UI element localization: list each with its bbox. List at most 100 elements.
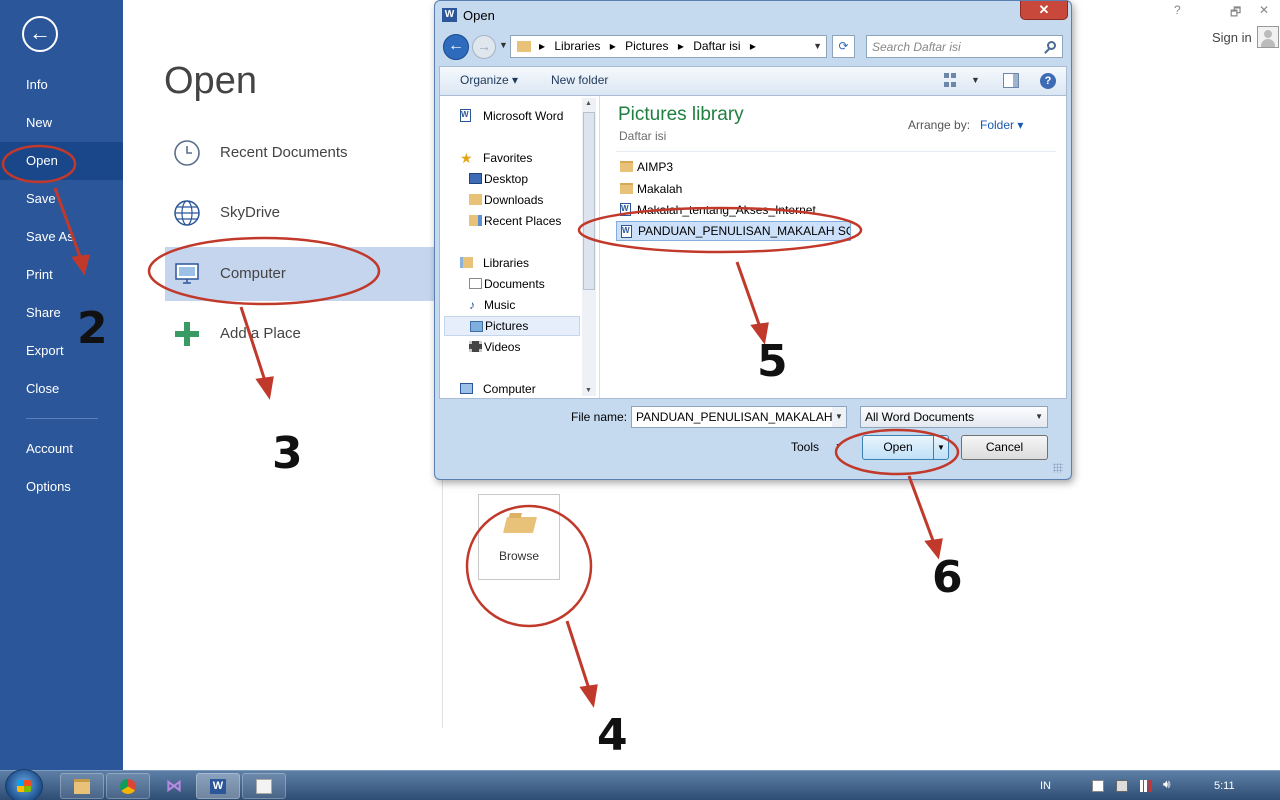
chevron-down-icon[interactable]: ▼: [832, 407, 846, 427]
pictures-icon: [470, 321, 483, 332]
taskbar-app-notepad[interactable]: [242, 773, 286, 799]
chevron-down-icon[interactable]: ▼: [835, 443, 842, 450]
scrollbar[interactable]: ▲ ▼: [582, 98, 596, 396]
preview-pane-icon[interactable]: [1003, 73, 1019, 88]
menu-options[interactable]: Options: [0, 468, 123, 506]
place-skydrive[interactable]: SkyDrive: [165, 186, 440, 240]
open-dialog: W Open ✕ ← → ▼ ▸ Libraries ▸ Pictures ▸ …: [434, 0, 1072, 480]
taskbar-app-word[interactable]: W: [196, 773, 240, 799]
help-icon[interactable]: ?: [1040, 73, 1056, 89]
search-icon[interactable]: [1047, 41, 1056, 50]
file-item[interactable]: AIMP3: [616, 157, 851, 177]
nav-label: Downloads: [484, 193, 544, 207]
place-recent-documents[interactable]: Recent Documents: [165, 126, 440, 180]
menu-account[interactable]: Account: [0, 430, 123, 468]
chevron-down-icon[interactable]: ▼: [933, 436, 948, 459]
nav-item-documents[interactable]: Documents: [444, 274, 580, 294]
nav-item-music[interactable]: ♪ Music: [444, 295, 580, 315]
place-add-a-place[interactable]: Add a Place: [165, 307, 440, 361]
folder-icon: [517, 41, 531, 52]
file-list-pane: Pictures library Daftar isi Arrange by: …: [602, 96, 1066, 398]
new-folder-button[interactable]: New folder: [551, 67, 608, 94]
help-button[interactable]: ?: [1174, 3, 1181, 17]
open-button[interactable]: Open ▼: [862, 435, 949, 460]
flag-icon[interactable]: [1092, 780, 1104, 792]
file-name-input[interactable]: PANDUAN_PENULISAN_MAKALAH_S ▼: [631, 406, 847, 428]
clock-icon: [174, 140, 200, 166]
recent-locations-dropdown[interactable]: ▼: [499, 40, 508, 50]
back-arrow-icon[interactable]: ←: [22, 16, 58, 52]
menu-save[interactable]: Save: [0, 180, 123, 218]
music-icon: ♪: [469, 298, 475, 312]
search-input[interactable]: [867, 36, 1037, 57]
menu-close[interactable]: Close: [0, 370, 123, 408]
menu-new[interactable]: New: [0, 104, 123, 142]
divider: [442, 470, 443, 728]
menu-save-as[interactable]: Save As: [0, 218, 123, 256]
refresh-icon[interactable]: ⟳: [832, 35, 855, 58]
scroll-up-icon[interactable]: ▲: [585, 100, 592, 107]
nav-item-desktop[interactable]: Desktop: [444, 169, 580, 189]
chevron-down-icon[interactable]: ▼: [971, 73, 980, 88]
browse-button[interactable]: Browse: [478, 494, 560, 580]
power-icon[interactable]: [1116, 780, 1128, 792]
taskbar-app-chrome[interactable]: [106, 773, 150, 799]
word-icon: [460, 109, 471, 122]
change-view-icon[interactable]: [944, 73, 958, 88]
search-box: [866, 35, 1063, 58]
avatar[interactable]: [1257, 26, 1279, 48]
scroll-down-icon[interactable]: ▼: [585, 387, 592, 394]
sign-in-link[interactable]: Sign in: [1212, 30, 1252, 45]
file-item[interactable]: Makalah_tentang_Akses_Internet: [616, 200, 851, 220]
menu-info[interactable]: Info: [0, 66, 123, 104]
menu-print[interactable]: Print: [0, 256, 123, 294]
file-name: Makalah_tentang_Akses_Internet: [637, 203, 816, 217]
cancel-button[interactable]: Cancel: [961, 435, 1048, 460]
nav-item-downloads[interactable]: Downloads: [444, 190, 580, 210]
downloads-icon: [469, 194, 482, 205]
nav-label: Videos: [484, 340, 521, 354]
arrange-by-dropdown[interactable]: Folder ▾: [980, 118, 1023, 132]
computer-icon: [460, 383, 473, 394]
chevron-down-icon[interactable]: ▼: [813, 36, 822, 57]
library-subtitle: Daftar isi: [619, 129, 667, 143]
close-window-button[interactable]: ✕: [1259, 3, 1269, 17]
file-name: PANDUAN_PENULISAN_MAKALAH SO: [638, 224, 851, 238]
network-icon[interactable]: [1140, 780, 1152, 792]
nav-item-favorites[interactable]: ★ Favorites: [444, 148, 580, 168]
nav-item-videos[interactable]: Videos: [444, 337, 580, 357]
restore-button[interactable]: 🗗: [1230, 3, 1241, 24]
annotation-arrow: [907, 475, 937, 547]
nav-item-recent-places[interactable]: Recent Places: [444, 211, 580, 231]
breadcrumb-item[interactable]: Daftar isi: [693, 39, 740, 53]
scrollbar-thumb[interactable]: [583, 112, 595, 290]
documents-icon: [469, 278, 482, 289]
file-item[interactable]: Makalah: [616, 179, 851, 199]
taskbar-app-explorer[interactable]: [60, 773, 104, 799]
taskbar-app-visual-studio[interactable]: ⋈: [152, 773, 196, 799]
dialog-close-button[interactable]: ✕: [1020, 1, 1068, 20]
nav-item-microsoft-word[interactable]: Microsoft Word: [444, 106, 580, 126]
place-computer[interactable]: Computer: [165, 247, 440, 301]
tools-button[interactable]: Tools: [791, 440, 819, 454]
nav-item-libraries[interactable]: Libraries: [444, 253, 580, 273]
menu-open[interactable]: Open: [0, 142, 123, 180]
nav-item-computer[interactable]: Computer: [444, 379, 580, 398]
nav-label: Music: [484, 298, 516, 312]
file-type-select[interactable]: All Word Documents ▼: [860, 406, 1048, 428]
volume-icon[interactable]: 🔊︎: [1163, 777, 1175, 791]
word-icon: W: [442, 8, 457, 22]
back-arrow-icon[interactable]: ←: [443, 34, 469, 60]
start-button[interactable]: [5, 769, 43, 800]
address-bar[interactable]: ▸ Libraries ▸ Pictures ▸ Daftar isi ▸ ▼: [510, 35, 827, 58]
file-item-selected[interactable]: PANDUAN_PENULISAN_MAKALAH SO: [616, 221, 851, 241]
clock[interactable]: 5:11: [1214, 771, 1235, 800]
organize-button[interactable]: Organize ▾: [460, 67, 518, 94]
step-number: 3: [272, 428, 303, 479]
nav-item-pictures[interactable]: Pictures: [444, 316, 580, 336]
forward-arrow-icon[interactable]: →: [472, 35, 496, 59]
language-indicator[interactable]: IN: [1040, 771, 1051, 800]
breadcrumb-item[interactable]: Pictures: [625, 39, 668, 53]
breadcrumb-item[interactable]: Libraries: [554, 39, 600, 53]
resize-grip[interactable]: [1053, 463, 1063, 473]
